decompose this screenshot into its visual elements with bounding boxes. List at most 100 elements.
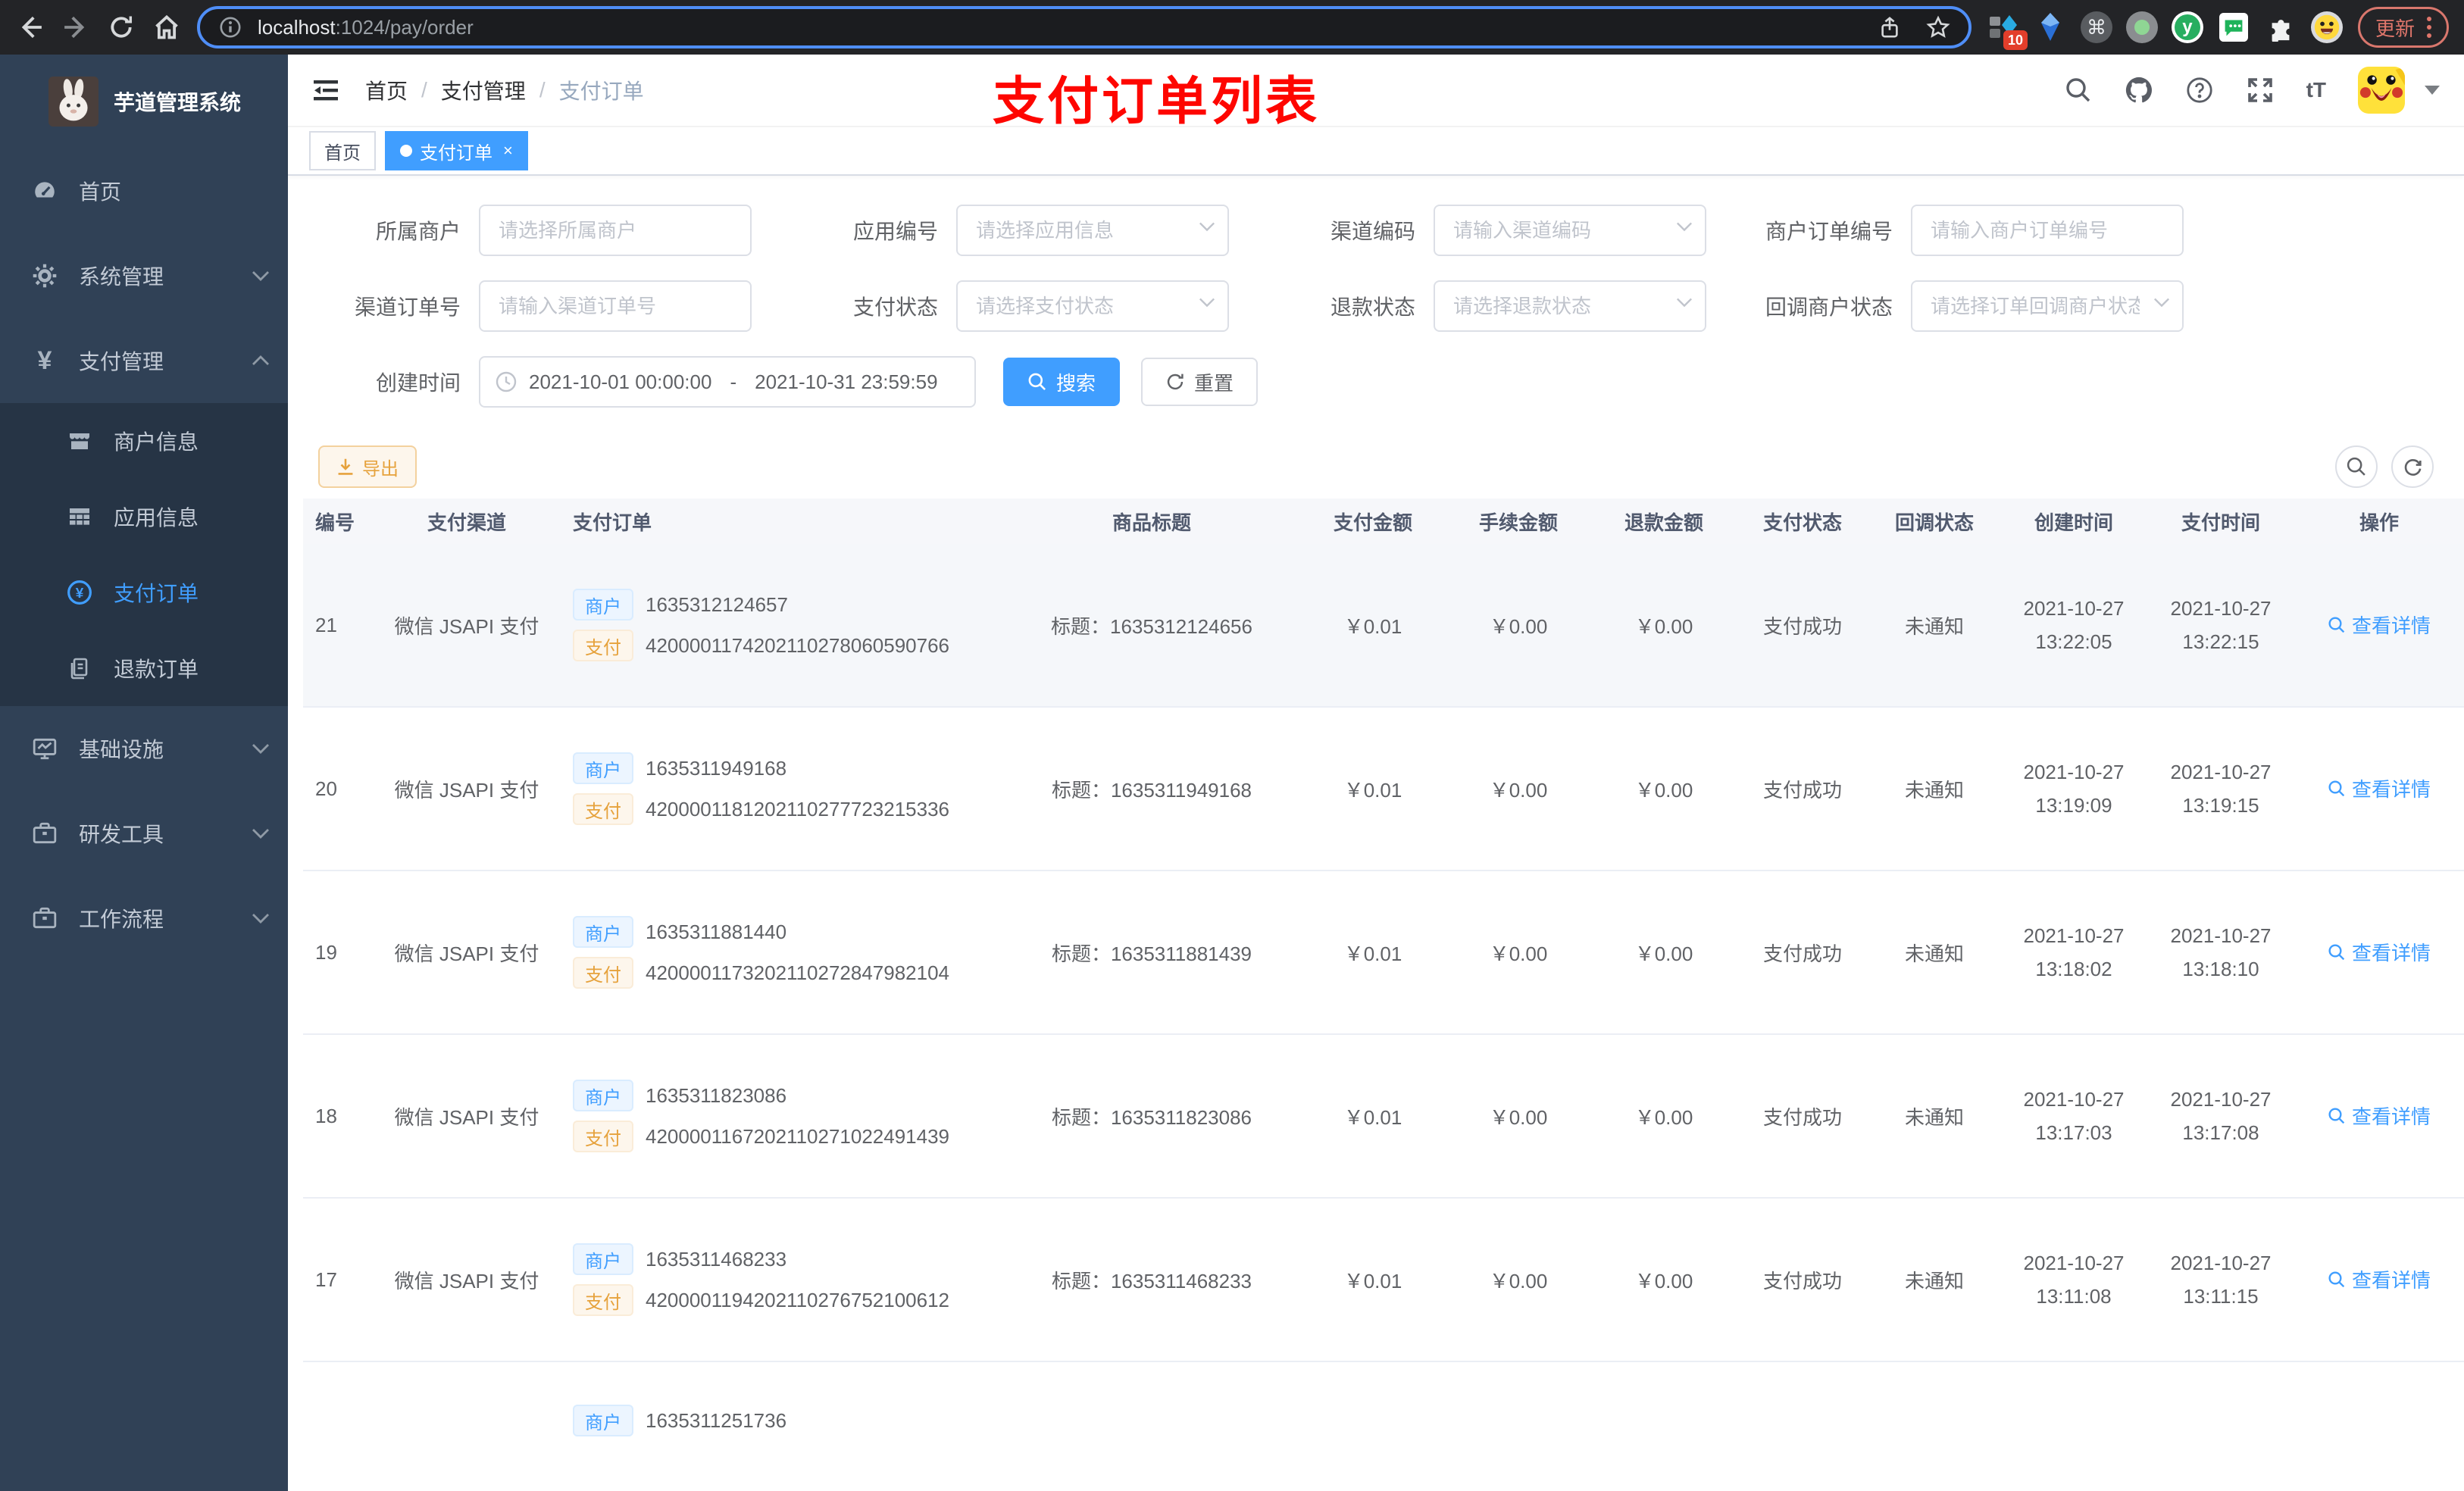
cell-fee: ￥0.00 [1489,1269,1548,1293]
date-range-picker[interactable]: 2021-10-01 00:00:00 - 2021-10-31 23:59:5… [479,356,976,408]
search-button[interactable]: 搜索 [1003,358,1121,406]
cell-notify-status: 未通知 [1904,614,1964,638]
cell-id: 18 [315,1104,337,1127]
browser-back-icon[interactable] [15,12,45,42]
app-no-select[interactable] [956,205,1229,256]
user-avatar[interactable] [2358,67,2405,114]
col-fee: 手续金额 [1478,511,1558,534]
browser-menu-icon[interactable] [2427,17,2431,38]
bookmark-star-icon[interactable] [1923,12,1953,42]
site-info-icon[interactable] [215,12,245,42]
table-row[interactable]: 17 微信 JSAPI 支付 商户 1635311468233 支付 42000… [303,1199,2464,1362]
pay-tag: 支付 [573,630,633,661]
command-extension-icon[interactable]: ⌘ [2080,11,2112,43]
pay-status-select[interactable] [956,280,1229,332]
pay-order-no: 4200001194202110276752100612 [646,1288,950,1311]
cell-channel: 微信 JSAPI 支付 [394,1105,539,1129]
sidebar-item-app-info[interactable]: 应用信息 [0,479,288,555]
view-detail-link[interactable]: 查看详情 [2328,611,2431,639]
sidebar-item-infrastructure[interactable]: 基础设施 [0,706,288,791]
sidebar-item-system[interactable]: 系统管理 [0,233,288,318]
table-row[interactable]: 18 微信 JSAPI 支付 商户 1635311823086 支付 42000… [303,1035,2464,1199]
sidebar-item-dev-tools[interactable]: 研发工具 [0,791,288,876]
cell-amount: ￥0.01 [1343,942,1402,965]
github-icon[interactable] [2125,76,2153,105]
refund-status-select[interactable] [1434,280,1706,332]
merchant-input[interactable] [479,205,752,256]
pay-order-no: 4200001173202110272847982104 [646,961,950,984]
refresh-button[interactable] [2391,445,2434,488]
col-pay-time: 支付时间 [2181,511,2260,534]
dashboard-icon [32,178,58,204]
cell-pay-time: 2021-10-27 13:17:08 [2170,1088,2272,1144]
cell-pay-order: 商户 1635311823086 支付 42000011672021102710… [552,1071,1003,1161]
yen-icon: ¥ [37,346,52,375]
merchant-tag: 商户 [573,1243,633,1275]
sidebar-toggle-icon[interactable] [311,75,341,105]
cell-refund: ￥0.00 [1634,614,1693,638]
browser-toolbar: localhost:1024/pay/order 10 ⌘ y 更新 [0,0,2464,55]
toggle-search-button[interactable] [2335,445,2378,488]
col-pay-order: 支付订单 [573,511,652,534]
avatar-caret-icon[interactable] [2425,86,2440,95]
pay-tag: 支付 [573,793,633,825]
export-button[interactable]: 导出 [318,445,417,488]
sidebar-item-home[interactable]: 首页 [0,148,288,233]
browser-forward-icon[interactable] [61,12,91,42]
tag-close-icon[interactable]: × [503,141,513,161]
sidebar-item-refund-order[interactable]: 退款订单 [0,630,288,706]
sidebar-item-label: 工作流程 [79,908,164,931]
tag-home[interactable]: 首页 [309,131,376,170]
chevron-down-icon [252,828,270,839]
chat-extension-icon[interactable] [2217,11,2250,44]
sidebar-item-payment[interactable]: ¥ 支付管理 [0,318,288,403]
filter-form: 所属商户 应用编号 渠道编码 商户订单编号 渠道订单号 [288,176,2464,408]
profile-avatar-icon[interactable] [2310,11,2343,43]
table-row[interactable]: 20 微信 JSAPI 支付 商户 1635311949168 支付 42000… [303,708,2464,871]
header-search-icon[interactable] [2064,76,2093,105]
merchant-order-no-input[interactable] [1911,205,2184,256]
reset-button[interactable]: 重置 [1141,358,1259,406]
help-icon[interactable] [2185,76,2214,105]
sidebar-logo-row[interactable]: 芋道管理系统 [0,55,288,148]
browser-reload-icon[interactable] [106,12,136,42]
fullscreen-icon[interactable] [2246,76,2275,105]
tag-pay-order[interactable]: 支付订单 × [385,131,528,170]
chevron-down-icon [252,270,270,281]
sidebar-item-workflow[interactable]: 工作流程 [0,876,288,961]
app-title: 芋道管理系统 [114,91,242,114]
breadcrumb-home[interactable]: 首页 [365,75,408,105]
browser-update-button[interactable]: 更新 [2357,7,2449,48]
gear-icon [32,263,58,289]
balloon-extension-icon[interactable] [2034,11,2067,44]
view-detail-link[interactable]: 查看详情 [2328,938,2431,966]
font-size-icon[interactable]: tT [2306,78,2326,102]
devtools-extension-icon[interactable]: 10 [1987,11,2028,50]
share-icon[interactable] [1875,12,1905,42]
url-bar[interactable]: localhost:1024/pay/order [197,6,1972,48]
table-row[interactable]: 19 微信 JSAPI 支付 商户 1635311881440 支付 42000… [303,871,2464,1035]
pay-order-no: 4200001181202110277723215336 [646,797,950,821]
browser-home-icon[interactable] [152,12,182,42]
table-body: 21 微信 JSAPI 支付 商户 1635312124657 支付 42000… [303,544,2464,1491]
y-extension-icon[interactable]: y [2171,11,2203,43]
pay-tag: 支付 [573,957,633,989]
sidebar-item-merchant-info[interactable]: 商户信息 [0,403,288,479]
channel-order-no-input[interactable] [479,280,752,332]
view-detail-link[interactable]: 查看详情 [2328,1265,2431,1293]
col-id: 编号 [315,511,355,534]
filter-label: 创建时间 [375,371,461,395]
pay-order-no: 4200001174202110278060590766 [646,633,950,657]
cell-action: 查看详情 [2294,938,2464,967]
channel-code-select[interactable] [1434,205,1706,256]
view-detail-link[interactable]: 查看详情 [2328,774,2431,802]
breadcrumb-pay-management[interactable]: 支付管理 [441,75,526,105]
notify-status-select[interactable] [1911,280,2184,332]
view-detail-link[interactable]: 查看详情 [2328,1102,2431,1130]
recorder-extension-icon[interactable] [2125,11,2158,43]
extensions-puzzle-icon[interactable] [2264,11,2297,44]
svg-text:¥: ¥ [76,586,84,602]
sidebar-item-pay-order[interactable]: ¥ 支付订单 [0,555,288,630]
table-row[interactable]: 21 微信 JSAPI 支付 商户 1635312124657 支付 42000… [303,544,2464,708]
table-row[interactable]: 商户 1635311251736 支付 查看详情 [303,1362,2464,1491]
